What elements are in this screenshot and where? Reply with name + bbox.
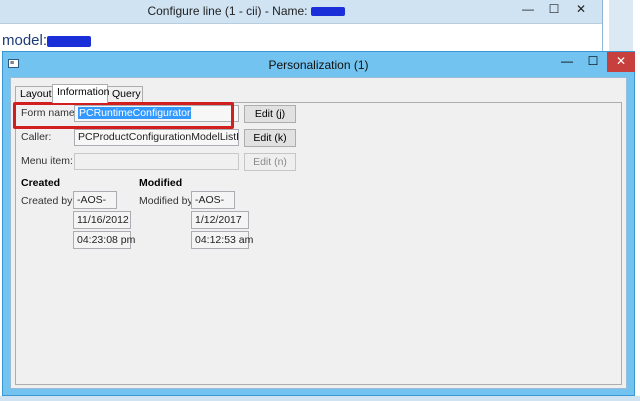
form-name-label: Form name: bbox=[21, 107, 78, 119]
modified-time-value: 04:12:53 am bbox=[191, 231, 253, 249]
modified-heading: Modified bbox=[139, 177, 183, 189]
caller-field[interactable]: PCProductConfigurationModelListPag bbox=[74, 129, 239, 146]
parent-model-label: model: bbox=[2, 32, 92, 49]
tab-information[interactable]: Information bbox=[52, 84, 110, 103]
edit-form-name-button[interactable]: Edit (j) bbox=[244, 105, 296, 123]
dialog-minimize-button[interactable]: — bbox=[554, 52, 580, 72]
dialog-title: Personalization (1) bbox=[268, 58, 369, 72]
redacted-name bbox=[310, 7, 345, 17]
dialog-maximize-button[interactable]: ☐ bbox=[580, 52, 606, 72]
menu-item-label: Menu item: bbox=[21, 155, 73, 167]
form-name-field[interactable]: PCRuntimeConfigurator bbox=[74, 105, 239, 122]
parent-titlebar: Configure line (1 - cii) - Name: — ☐ ✕ bbox=[0, 0, 602, 24]
created-heading: Created bbox=[21, 177, 61, 189]
parent-bottom-border bbox=[0, 396, 640, 401]
edit-menu-item-button: Edit (n) bbox=[244, 153, 296, 171]
dialog-titlebar[interactable]: ≡ Personalization (1) — ☐ ✕ bbox=[3, 52, 635, 77]
form-name-value: PCRuntimeConfigurator bbox=[78, 107, 192, 119]
caller-label: Caller: bbox=[21, 131, 52, 143]
created-by-label: Created by: bbox=[21, 195, 76, 207]
parent-minimize-button[interactable]: — bbox=[515, 0, 541, 20]
parent-title-text: Configure line (1 - cii) - Name: bbox=[147, 4, 308, 18]
model-label-text: model: bbox=[2, 32, 48, 49]
tab-layout[interactable]: Layout bbox=[15, 86, 53, 102]
edit-caller-button[interactable]: Edit (k) bbox=[244, 129, 296, 147]
created-date-value: 11/16/2012 bbox=[73, 211, 131, 229]
parent-maximize-button[interactable]: ☐ bbox=[541, 0, 567, 20]
created-time-value: 04:23:08 pm bbox=[73, 231, 135, 249]
parent-close-button[interactable]: ✕ bbox=[568, 0, 594, 20]
modified-by-value: -AOS- bbox=[191, 191, 235, 209]
created-by-value: -AOS- bbox=[73, 191, 117, 209]
personalization-dialog: ≡ Personalization (1) — ☐ ✕ Layout Infor… bbox=[2, 51, 635, 396]
information-panel: Form name: PCRuntimeConfigurator Edit (j… bbox=[15, 102, 622, 385]
modified-by-label: Modified by: bbox=[139, 195, 196, 207]
tab-query[interactable]: Query bbox=[107, 86, 143, 102]
dialog-close-button[interactable]: ✕ bbox=[607, 52, 635, 72]
menu-item-field bbox=[74, 153, 239, 170]
parent-title: Configure line (1 - cii) - Name: bbox=[0, 4, 492, 18]
modified-date-value: 1/12/2017 bbox=[191, 211, 249, 229]
dialog-client-area: Layout Information Query Form name: PCRu… bbox=[10, 77, 627, 389]
redacted-model bbox=[47, 35, 92, 47]
